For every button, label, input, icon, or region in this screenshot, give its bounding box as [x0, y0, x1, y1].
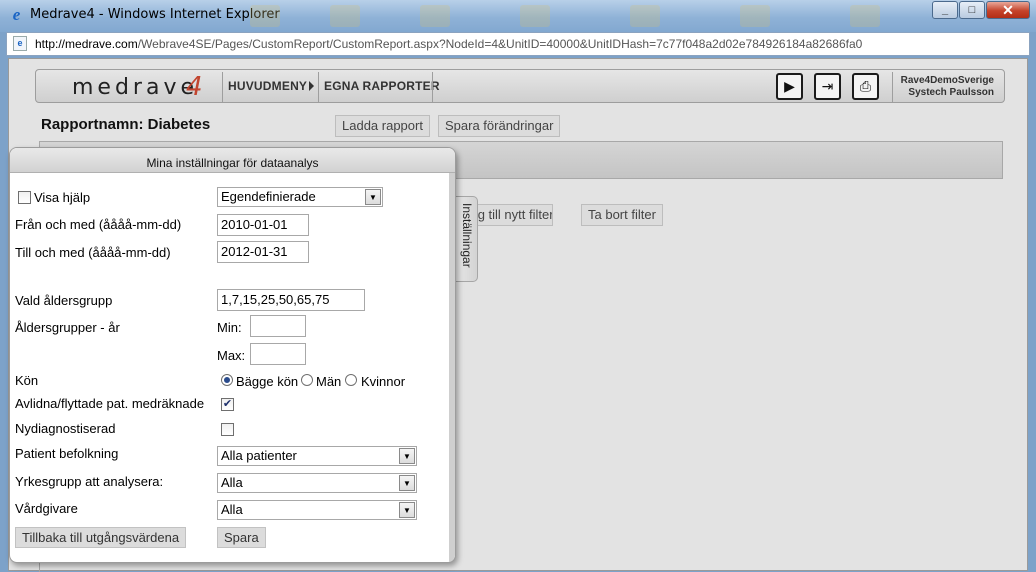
min-age-input[interactable]: [250, 315, 306, 337]
max-age-input[interactable]: [250, 343, 306, 365]
care-giver-value: Alla: [221, 502, 243, 517]
url-path: /Webrave4SE/Pages/CustomReport/CustomRep…: [137, 37, 863, 51]
internet-explorer-icon: e: [12, 5, 21, 24]
logo-number: 4: [186, 72, 203, 102]
gender-men-radio[interactable]: [301, 374, 313, 386]
settings-panel: Mina inställningar för dataanalys Visa h…: [9, 147, 456, 563]
to-date-label: Till och med (åååå-mm-dd): [15, 245, 171, 260]
logo-text: medrave: [72, 75, 199, 100]
chevron-down-icon: ▼: [399, 502, 415, 518]
period-select-value: Egendefinierade: [221, 189, 316, 204]
print-icon[interactable]: ⎙: [852, 73, 879, 100]
report-title: Rapportnamn: Diabetes: [41, 116, 211, 133]
show-help-label: Visa hjälp: [34, 190, 91, 205]
newly-diagnosed-checkbox[interactable]: [221, 423, 234, 436]
nav-divider: [318, 72, 319, 102]
profession-label: Yrkesgrupp att analysera:: [15, 474, 164, 489]
taskbar-ghost-icon: [250, 5, 280, 27]
show-help-checkbox[interactable]: [18, 191, 31, 204]
care-giver-select[interactable]: Alla ▼: [217, 500, 417, 520]
load-report-button[interactable]: Ladda rapport: [335, 115, 430, 137]
address-bar[interactable]: e http://medrave.com/Webrave4SE/Pages/Cu…: [6, 32, 1030, 56]
age-group-input[interactable]: 1,7,15,25,50,65,75: [217, 289, 365, 311]
age-groups-years-label: Åldersgrupper - år: [15, 320, 120, 335]
from-date-label: Från och med (åååå-mm-dd): [15, 217, 182, 232]
gender-both-radio[interactable]: [221, 374, 233, 386]
reset-defaults-button[interactable]: Tillbaka till utgångsvärdena: [15, 527, 187, 548]
panel-edge: [449, 173, 455, 562]
window-controls: _ □ ✕: [931, 1, 1030, 19]
settings-side-tab[interactable]: Inställningar: [456, 196, 478, 282]
care-giver-label: Vårdgivare: [15, 501, 78, 516]
user-org: Rave4DemoSverige: [900, 75, 994, 86]
min-label: Min:: [217, 320, 242, 335]
patient-population-value: Alla patienter: [221, 448, 297, 463]
patient-population-select[interactable]: Alla patienter ▼: [217, 446, 417, 466]
url-host: http://medrave.com: [35, 37, 138, 51]
taskbar-ghost-icon: [420, 5, 450, 27]
nav-divider: [432, 72, 433, 102]
taskbar-ghost-icon: [520, 5, 550, 27]
window-title: Medrave4 - Windows Internet Explorer: [30, 7, 280, 22]
chevron-down-icon: ▼: [399, 475, 415, 491]
export-icon[interactable]: ⇥: [814, 73, 841, 100]
user-name: Systech Paulsson: [908, 87, 994, 98]
nav-custom-reports[interactable]: EGNA RAPPORTER: [324, 79, 440, 93]
gender-women-label: Kvinnor: [361, 374, 406, 389]
gender-label: Kön: [15, 373, 39, 388]
gender-both-label: Bägge kön: [236, 374, 299, 389]
gender-men-label: Män: [316, 374, 342, 389]
page-icon: e: [13, 36, 27, 51]
taskbar-ghost-icon: [330, 5, 360, 27]
settings-panel-header: Mina inställningar för dataanalys: [10, 148, 455, 173]
taskbar-ghost-icon: [630, 5, 660, 27]
newly-diagnosed-label: Nydiagnostiserad: [15, 421, 116, 436]
window-titlebar: e Medrave4 - Windows Internet Explorer _…: [0, 0, 1036, 32]
max-label: Max:: [217, 348, 246, 363]
deceased-checkbox[interactable]: ✔: [221, 398, 234, 411]
top-navigation: medrave 4 HUVUDMENY EGNA RAPPORTER ▶ ⇥ ⎙…: [35, 69, 1005, 103]
chevron-down-icon: ▼: [365, 189, 381, 205]
settings-side-tab-label: Inställningar: [460, 203, 474, 268]
nav-divider: [892, 72, 893, 102]
user-info: Rave4DemoSverige Systech Paulsson: [901, 75, 994, 99]
caret-right-icon: [309, 81, 314, 91]
profession-select[interactable]: Alla ▼: [217, 473, 417, 493]
age-group-label: Vald åldersgrupp: [15, 293, 113, 308]
save-settings-button[interactable]: Spara: [217, 527, 266, 548]
maximize-button[interactable]: □: [959, 1, 985, 19]
save-changes-button[interactable]: Spara förändringar: [438, 115, 561, 137]
taskbar-ghost-icon: [850, 5, 880, 27]
taskbar-ghost-icon: [740, 5, 770, 27]
profession-value: Alla: [221, 475, 243, 490]
deceased-label: Avlidna/flyttade pat. medräknade: [15, 396, 205, 411]
gender-women-radio[interactable]: [345, 374, 357, 386]
play-icon[interactable]: ▶: [776, 73, 803, 100]
to-date-input[interactable]: 2012-01-31: [217, 241, 309, 263]
chevron-down-icon: ▼: [399, 448, 415, 464]
minimize-button[interactable]: _: [932, 1, 958, 19]
nav-divider: [222, 72, 223, 102]
url-text[interactable]: http://medrave.com/Webrave4SE/Pages/Cust…: [35, 37, 862, 51]
period-select[interactable]: Egendefinierade ▼: [217, 187, 383, 207]
patient-population-label: Patient befolkning: [15, 446, 119, 461]
close-button[interactable]: ✕: [986, 1, 1030, 19]
nav-main-menu[interactable]: HUVUDMENY: [228, 79, 307, 93]
from-date-input[interactable]: 2010-01-01: [217, 214, 309, 236]
remove-filter-button[interactable]: Ta bort filter: [581, 204, 663, 226]
